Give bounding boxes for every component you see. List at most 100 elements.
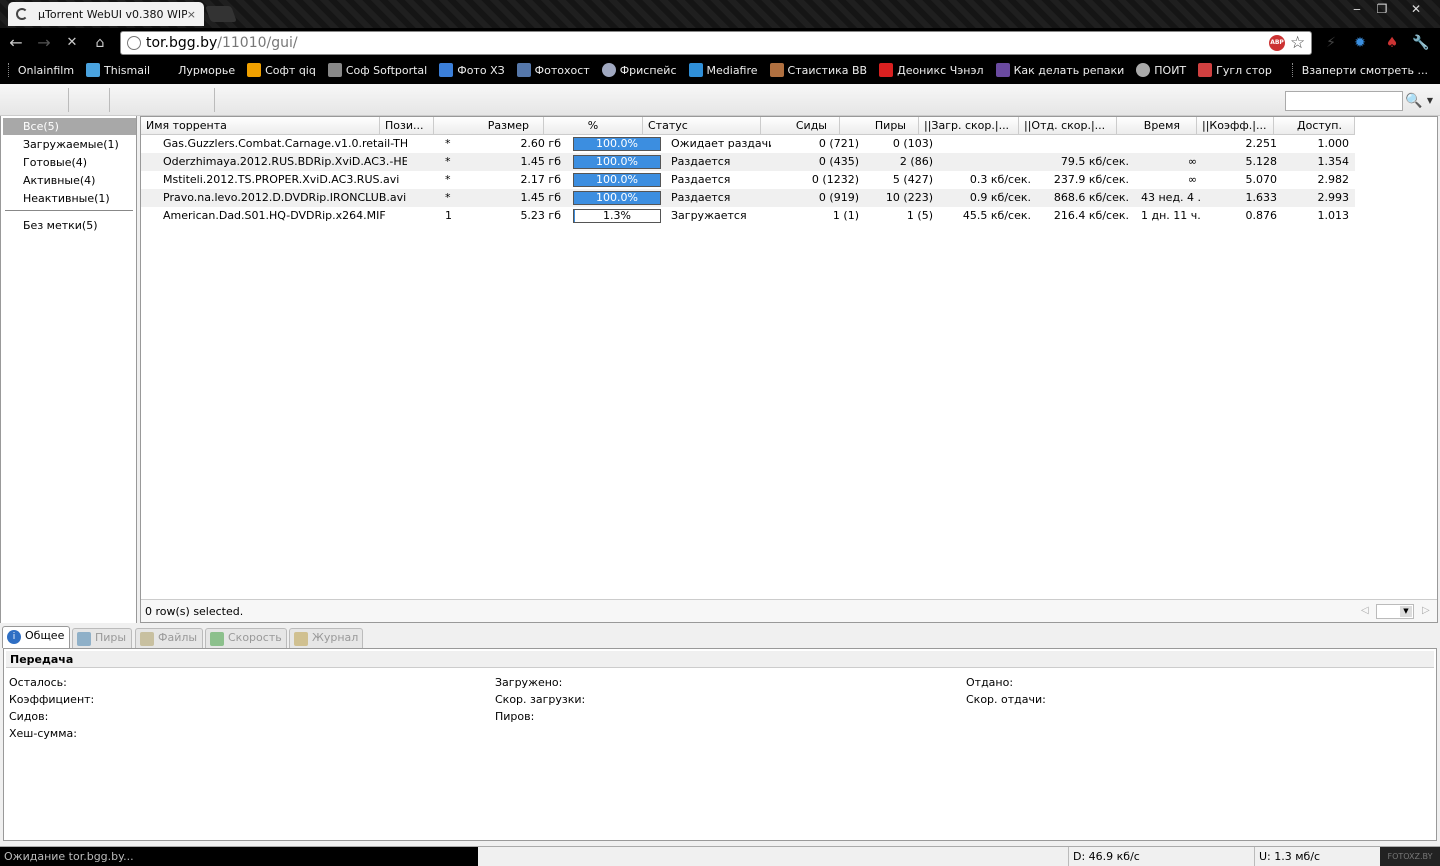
bookmark-item[interactable]: Взаперти смотреть ... <box>1302 64 1428 77</box>
table-row[interactable]: American.Dad.S01.HQ-DVDRip.x264.MIF 1 5.… <box>141 207 1355 225</box>
column-header-ratio[interactable]: ||Коэфф.|... <box>1197 117 1274 135</box>
bookmark-item[interactable]: Фриспейс <box>601 63 677 77</box>
utorrent-webui: 🔍 ▼ Все(5) Загружаемые(1) Готовые(4) Акт… <box>0 84 1440 846</box>
torrent-position: * <box>445 173 451 186</box>
bookmark-item[interactable]: ПОИТ <box>1136 63 1186 77</box>
torrent-upload-speed: 216.4 кб/сек. <box>1053 209 1129 222</box>
stop-icon[interactable]: ✕ <box>62 34 82 52</box>
bookmark-item[interactable]: Фото ХЗ <box>439 63 505 77</box>
torrent-position: * <box>445 191 451 204</box>
home-icon[interactable]: ⌂ <box>90 34 110 52</box>
torrent-eta <box>1137 135 1201 153</box>
torrent-position: 1 <box>445 209 452 222</box>
category-all[interactable]: Все(5) <box>3 118 136 135</box>
extension-icon[interactable]: ♠ <box>1383 34 1401 52</box>
toolbar-separator <box>214 88 215 112</box>
adblock-icon[interactable]: ABP <box>1269 35 1285 51</box>
bookmark-item[interactable]: Деоникс Чэнэл <box>879 63 984 77</box>
upload-speed-label: Скор. отдачи: <box>966 693 1046 706</box>
column-header-status[interactable]: Статус <box>643 117 761 135</box>
column-header-availability[interactable]: Доступ. <box>1274 117 1355 135</box>
table-row[interactable]: Pravo.na.levo.2012.D.DVDRip.IRONCLUB.avi… <box>141 189 1355 207</box>
category-no-label[interactable]: Без метки(5) <box>3 217 136 234</box>
bookmark-item[interactable]: Софт qiq <box>247 63 316 77</box>
progress-bar: 100.0% <box>573 173 661 187</box>
bookmark-item[interactable]: Как делать репаки <box>995 63 1124 77</box>
progress-text: 1.3% <box>603 209 631 222</box>
torrent-download-speed: 45.5 кб/сек. <box>962 209 1031 222</box>
restore-icon[interactable]: ❐ <box>1370 2 1394 18</box>
table-row[interactable]: Mstiteli.2012.TS.PROPER.XviD.AC3.RUS.avi… <box>141 171 1355 189</box>
torrent-size: 2.17 гб <box>520 173 561 186</box>
column-header-eta[interactable]: Время <box>1117 117 1197 135</box>
bookmark-star-icon[interactable]: ☆ <box>1290 33 1305 53</box>
uploaded-label: Отдано: <box>966 676 1014 689</box>
tab-speed[interactable]: Скорость <box>205 628 287 648</box>
bookmark-item[interactable]: Лурморье <box>178 64 235 77</box>
gear-extension-icon[interactable]: ✹ <box>1351 34 1369 52</box>
new-tab-button[interactable] <box>205 6 237 22</box>
search-icon[interactable]: 🔍 <box>1404 91 1424 111</box>
chevron-down-icon: ▼ <box>1400 606 1412 617</box>
wrench-icon[interactable]: 🔧 <box>1412 34 1430 52</box>
table-row[interactable]: Gas.Guzzlers.Combat.Carnage.v1.0.retail-… <box>141 135 1355 153</box>
column-header-peers[interactable]: Пиры <box>840 117 919 135</box>
column-header-upload-speed[interactable]: ||Отд. скор.|... <box>1019 117 1117 135</box>
tab-close-icon[interactable]: × <box>187 8 196 21</box>
category-inactive[interactable]: Неактивные(1) <box>3 190 136 207</box>
bookmark-favicon-icon <box>769 63 784 77</box>
tab-general[interactable]: i Общее <box>2 626 70 648</box>
column-header-percent[interactable]: % <box>544 117 643 135</box>
info-icon: i <box>7 630 21 644</box>
loading-spinner-icon <box>16 8 28 20</box>
search-dropdown-icon[interactable]: ▼ <box>1424 91 1436 111</box>
back-icon[interactable]: ← <box>6 34 26 52</box>
category-downloading[interactable]: Загружаемые(1) <box>3 136 136 153</box>
tab-files[interactable]: Файлы <box>135 628 203 648</box>
tab-log[interactable]: Журнал <box>289 628 363 648</box>
browser-tab[interactable]: µTorrent WebUI v0.380 WIP × <box>8 2 204 26</box>
bookmark-item[interactable]: Стаистика ВВ <box>769 63 867 77</box>
seeds-label: Сидов: <box>9 710 49 723</box>
bookmark-item[interactable]: Фотохост <box>516 63 590 77</box>
url-host: tor.bgg.by <box>146 35 218 51</box>
page-next-icon[interactable]: ▷ <box>1422 605 1430 616</box>
column-header-seeds[interactable]: Сиды <box>761 117 840 135</box>
lightning-icon[interactable]: ⚡ <box>1322 34 1340 52</box>
bookmark-item[interactable]: Гугл стор <box>1198 63 1272 77</box>
category-active[interactable]: Активные(4) <box>3 172 136 189</box>
forward-icon[interactable]: → <box>34 34 54 52</box>
column-header-name[interactable]: Имя торрента <box>141 117 380 135</box>
torrent-name: Mstiteli.2012.TS.PROPER.XviD.AC3.RUS.avi <box>163 173 400 186</box>
page-select[interactable]: ▼ <box>1376 604 1414 619</box>
column-header-download-speed[interactable]: ||Загр. скор.|... <box>919 117 1019 135</box>
torrent-status: Раздается <box>671 191 731 204</box>
table-row[interactable]: Oderzhimaya.2012.RUS.BDRip.XviD.AC3.-HEL… <box>141 153 1355 171</box>
bookmark-favicon-icon <box>439 63 454 77</box>
window-close-icon[interactable]: ✕ <box>1404 2 1428 18</box>
tab-peers[interactable]: Пиры <box>72 628 132 648</box>
bookmark-item[interactable]: Thismail <box>86 63 150 77</box>
torrent-availability: 2.982 <box>1317 173 1350 186</box>
page-prev-icon[interactable]: ◁ <box>1361 605 1369 616</box>
browser-titlebar: µTorrent WebUI v0.380 WIP × ‒ ❐ ✕ <box>0 0 1440 28</box>
torrent-status: Ожидает раздачи <box>671 137 771 150</box>
bookmark-item[interactable]: Mediafire <box>688 63 758 77</box>
bookmark-item[interactable]: Onlainfilm <box>18 64 74 77</box>
column-header-position[interactable]: Пози... <box>380 117 434 135</box>
sidebar-separator <box>5 210 133 211</box>
address-bar[interactable]: tor.bgg.by/11010/gui/ <box>120 31 1312 55</box>
bookmark-favicon-icon <box>1136 63 1151 77</box>
column-header-size[interactable]: Размер <box>434 117 544 135</box>
torrent-download-speed <box>937 153 1035 171</box>
speed-chart-icon <box>210 632 224 646</box>
minimize-icon[interactable]: ‒ <box>1345 2 1369 18</box>
bookmarks-separator <box>1291 63 1294 77</box>
download-rate: D: 46.9 кб/с <box>1068 847 1254 866</box>
progress-text: 100.0% <box>596 173 638 186</box>
search-input[interactable] <box>1285 91 1403 111</box>
bookmark-item[interactable]: Соф Softportal <box>327 63 427 77</box>
torrent-seeds: 0 (1232) <box>811 173 859 186</box>
category-completed[interactable]: Готовые(4) <box>3 154 136 171</box>
remaining-label: Осталось: <box>9 676 67 689</box>
